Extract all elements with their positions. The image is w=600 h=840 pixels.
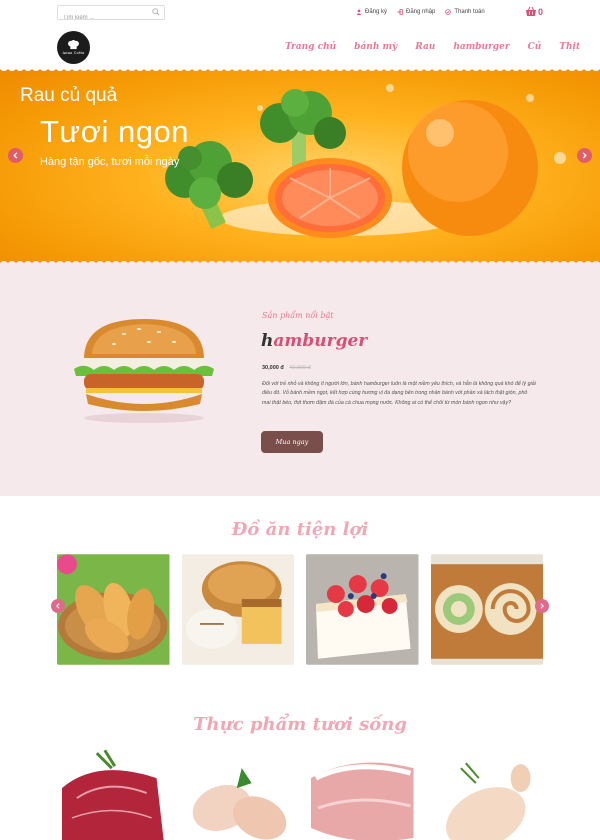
featured-description: Đối với trẻ nhỏ và không ít người lớn, b… (262, 381, 536, 406)
login-link[interactable]: Đăng nhập (397, 9, 435, 15)
featured-price: 30,000 đ (262, 365, 284, 371)
nav-item-meat[interactable]: Thịt (559, 42, 580, 52)
section-title-convenience: Đồ ăn tiện lợi (231, 519, 369, 540)
bread-rolls-image (57, 554, 170, 665)
chef-hat-icon (68, 40, 79, 50)
featured-title-rest: amburger (273, 331, 368, 351)
register-label: Đăng ký (365, 9, 388, 15)
sweet-bread-image (181, 554, 294, 665)
chevron-right-icon (540, 603, 544, 609)
user-icon (356, 9, 362, 15)
checkout-icon (445, 9, 452, 15)
search-box (57, 5, 165, 25)
section-title-fresh: Thực phẩm tươi sống (193, 714, 407, 735)
swiss-roll-image (430, 554, 543, 665)
product-card-pork[interactable] (306, 748, 419, 840)
featured-title[interactable]: hamburger (261, 331, 367, 351)
hero-next-button[interactable] (577, 148, 592, 163)
nav-item-bread[interactable]: bánh mỳ (354, 42, 397, 52)
orange-whole (402, 100, 538, 236)
product-card-beef[interactable] (57, 748, 170, 840)
hero-line-1: Rau củ quả (20, 85, 118, 106)
product-card-strawberry-cake[interactable] (306, 554, 419, 665)
search-input[interactable] (58, 11, 148, 25)
duck-image (430, 748, 543, 840)
nav-item-tubers[interactable]: Củ (528, 42, 542, 52)
product-card-bread-rolls[interactable] (57, 554, 170, 665)
nav-item-vegetables[interactable]: Rau (415, 42, 435, 52)
product-card-duck[interactable] (430, 748, 543, 840)
product-card-swiss-roll[interactable] (430, 554, 543, 665)
checkout-link[interactable]: Thanh toán (445, 9, 485, 15)
product-card-chicken[interactable] (181, 748, 294, 840)
nav-item-hamburger[interactable]: hamburger (453, 42, 509, 52)
top-bar: Đăng ký Đăng nhập Thanh toán 0 (0, 0, 600, 26)
chevron-right-icon (582, 152, 587, 159)
login-icon (397, 9, 403, 15)
logo-text: Anna Cotta (62, 51, 85, 55)
hamburger-image[interactable] (64, 314, 224, 424)
login-label: Đăng nhập (406, 9, 436, 15)
register-link[interactable]: Đăng ký (356, 9, 387, 15)
featured-price-row: 30,000 đ 40,000 đ (262, 365, 311, 371)
hero-slider: Rau củ quả Tươi ngon Hàng tận gốc, tươi … (0, 68, 600, 266)
main-nav: Trang chủ bánh mỳ Rau hamburger Củ Thịt (285, 42, 580, 52)
hero-headline: Tươi ngon (40, 114, 189, 149)
strawberry-cake-image (306, 554, 419, 665)
featured-title-first-letter: h (261, 331, 274, 351)
convenience-prev-button[interactable] (51, 599, 65, 613)
cart-count: 0 (538, 6, 544, 17)
nav-item-home[interactable]: Trang chủ (285, 42, 336, 52)
search-icon[interactable] (152, 8, 160, 16)
product-card-sweet-bread[interactable] (181, 554, 294, 665)
buy-now-button[interactable]: Mua ngay (261, 431, 323, 453)
featured-old-price: 40,000 đ (289, 365, 311, 371)
pork-image (306, 748, 419, 840)
account-links: Đăng ký Đăng nhập Thanh toán (356, 9, 485, 15)
basket-icon (526, 6, 536, 16)
chicken-image (181, 748, 294, 840)
chevron-left-icon (13, 152, 18, 159)
featured-product: Sản phẩm nổi bật hamburger 30,000 đ 40,0… (0, 266, 600, 496)
site-logo[interactable]: Anna Cotta (57, 31, 90, 64)
orange-slice (268, 158, 392, 238)
fresh-grid (57, 748, 543, 840)
cart-button[interactable]: 0 (525, 6, 543, 17)
hero-image (165, 84, 566, 238)
convenience-next-button[interactable] (535, 599, 549, 613)
convenience-grid (51, 554, 549, 665)
chevron-left-icon (56, 603, 60, 609)
checkout-label: Thanh toán (454, 9, 485, 15)
hero-subline: Hàng tận gốc, tươi mỗi ngày (40, 156, 180, 168)
hero-prev-button[interactable] (8, 148, 23, 163)
beef-image (57, 748, 170, 840)
featured-tag: Sản phẩm nổi bật (262, 311, 334, 320)
